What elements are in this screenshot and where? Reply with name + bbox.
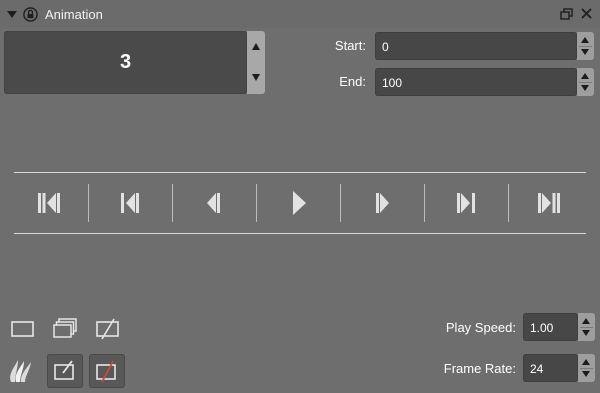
transport-divider — [508, 184, 509, 222]
frame-rate-spinner[interactable] — [578, 354, 595, 382]
play-speed-label: Play Speed: — [445, 320, 516, 335]
close-icon[interactable] — [580, 7, 593, 20]
float-window-icon[interactable] — [560, 8, 573, 20]
transport-divider — [424, 184, 425, 222]
spin-up-icon[interactable] — [581, 73, 589, 79]
start-spinner[interactable] — [577, 32, 594, 60]
play-speed-spinner[interactable] — [578, 313, 595, 341]
clear-frame-icon — [96, 360, 116, 383]
current-frame-value: 3 — [119, 51, 132, 73]
go-to-start-icon[interactable] — [28, 186, 68, 220]
transport-bottom-rule — [14, 233, 586, 234]
transport-divider — [256, 184, 257, 222]
end-label: End: — [339, 74, 366, 89]
transport-divider — [172, 184, 173, 222]
current-frame-spinner[interactable] — [247, 31, 265, 94]
start-value: 0 — [382, 40, 389, 54]
spin-up-icon[interactable] — [582, 359, 590, 365]
spin-up-icon[interactable] — [252, 43, 260, 50]
collapse-triangle-icon[interactable] — [7, 11, 17, 18]
step-forward-icon[interactable] — [362, 186, 402, 220]
edit-frame-icon — [54, 360, 74, 380]
spin-down-icon[interactable] — [252, 74, 260, 81]
go-to-end-icon[interactable] — [530, 186, 570, 220]
panel-title: Animation — [45, 7, 103, 22]
transport-divider — [340, 184, 341, 222]
transport-top-rule — [14, 172, 586, 173]
frame-rate-value: 24 — [530, 362, 544, 376]
onion-skin-icon[interactable] — [6, 356, 36, 386]
end-spinner[interactable] — [577, 68, 594, 96]
spin-up-icon[interactable] — [582, 318, 590, 324]
spin-down-icon[interactable] — [582, 371, 590, 377]
transport-divider — [88, 184, 89, 222]
play-speed-value: 1.00 — [530, 321, 554, 335]
spin-up-icon[interactable] — [581, 37, 589, 43]
clear-frame-button[interactable] — [89, 354, 125, 388]
no-frame-icon[interactable] — [93, 314, 123, 344]
edit-frame-button[interactable] — [47, 354, 83, 388]
multi-frame-icon[interactable] — [50, 314, 80, 344]
spin-down-icon[interactable] — [581, 85, 589, 91]
step-back-icon[interactable] — [194, 186, 234, 220]
start-field[interactable] — [375, 32, 577, 60]
play-icon[interactable] — [279, 186, 319, 220]
spin-down-icon[interactable] — [581, 49, 589, 55]
next-key-icon[interactable] — [446, 186, 486, 220]
previous-key-icon[interactable] — [110, 186, 150, 220]
lock-icon[interactable] — [23, 7, 38, 22]
frame-rate-label: Frame Rate: — [443, 361, 516, 376]
start-label: Start: — [334, 38, 366, 53]
single-frame-icon[interactable] — [8, 314, 38, 344]
end-value: 100 — [382, 76, 403, 90]
end-field[interactable] — [375, 68, 577, 96]
spin-down-icon[interactable] — [582, 330, 590, 336]
